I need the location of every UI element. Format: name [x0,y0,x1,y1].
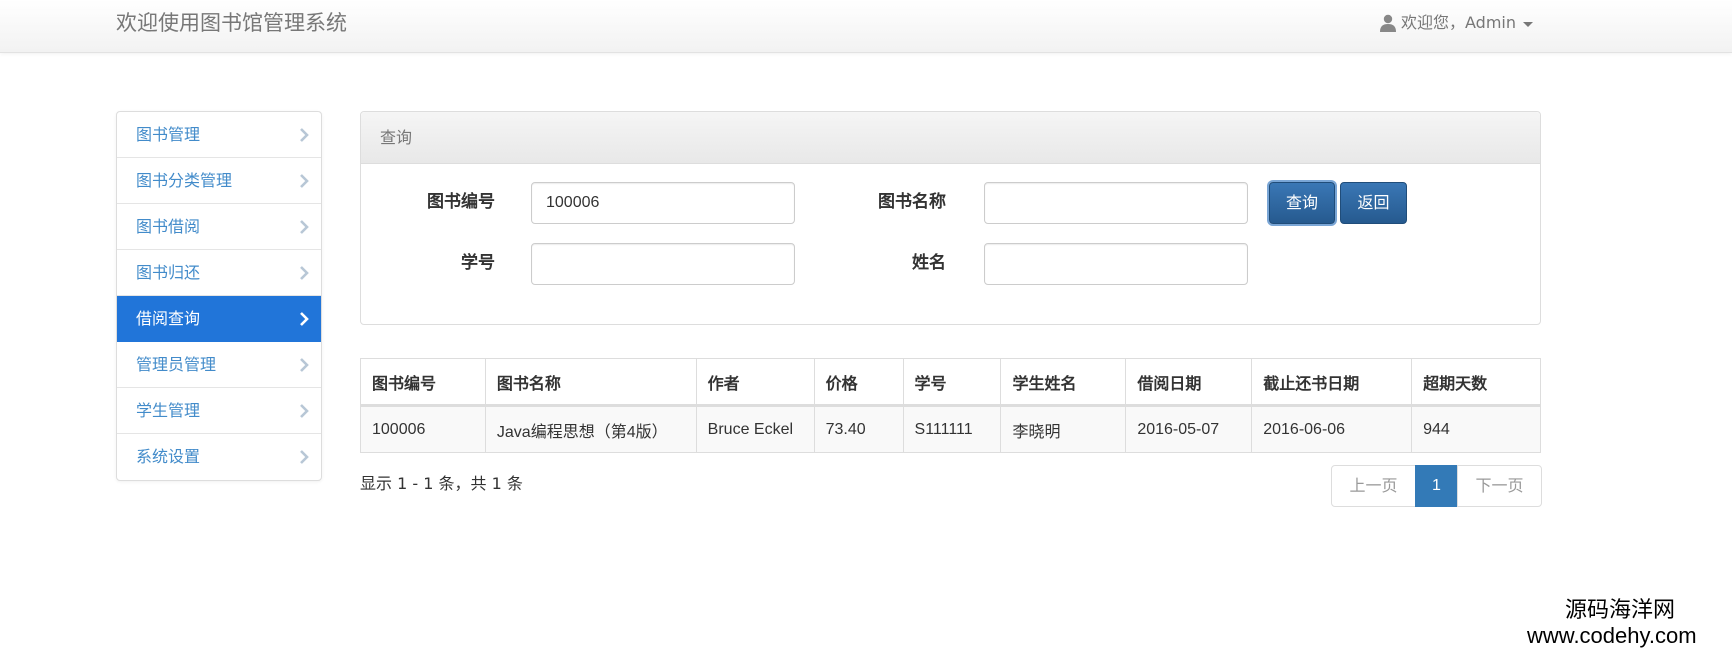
column-header: 学号 [902,358,1002,407]
table-cell: 2016-05-07 [1125,405,1253,453]
sidebar-item-student-management[interactable]: 学生管理 [117,388,321,434]
table-row: 100006 Java编程思想（第4版） Bruce Eckel 73.40 S… [360,405,1541,453]
sidebar: 图书管理 图书分类管理 图书借阅 图书归还 借阅查询 管理员管理 学生管理 系统… [116,111,322,481]
top-navbar: 欢迎使用图书馆管理系统 欢迎您，Admin [0,0,1732,53]
search-button[interactable]: 查询 [1269,182,1335,224]
sidebar-item-category-management[interactable]: 图书分类管理 [117,158,321,204]
book-name-input[interactable] [984,182,1248,224]
column-header: 借阅日期 [1125,358,1253,407]
table-cell: 944 [1411,405,1541,453]
table-header-row: 图书编号 图书名称 作者 价格 学号 学生姓名 借阅日期 截止还书日期 超期天数 [360,358,1541,407]
student-id-input[interactable] [531,243,795,285]
sidebar-item-label: 借阅查询 [136,309,201,328]
records-summary: 显示 1 - 1 条，共 1 条 [360,474,523,493]
user-menu[interactable]: 欢迎您，Admin [1380,13,1533,33]
chevron-right-icon [300,174,309,188]
column-header: 学生姓名 [1000,358,1127,407]
sidebar-item-label: 系统设置 [136,447,201,466]
sidebar-item-borrow-query[interactable]: 借阅查询 [117,296,321,342]
table-cell: 100006 [360,405,486,453]
prev-page-button[interactable]: 上一页 [1331,465,1416,507]
sidebar-item-label: 图书管理 [136,125,201,144]
sidebar-item-book-return[interactable]: 图书归还 [117,250,321,296]
chevron-right-icon [300,312,309,326]
chevron-right-icon [300,266,309,280]
table-cell: Bruce Eckel [695,405,815,453]
table-cell: 李晓明 [1000,405,1127,453]
table-cell: 73.40 [813,405,904,453]
column-header: 截止还书日期 [1251,358,1413,407]
column-header: 超期天数 [1411,358,1541,407]
chevron-right-icon [300,450,309,464]
sidebar-item-label: 学生管理 [136,401,201,420]
watermark-url: www.codehy.com [1527,623,1697,648]
query-panel: 查询 图书编号 图书名称 查询 返回 学号 姓名 [360,111,1541,325]
sidebar-item-label: 图书归还 [136,263,201,282]
borrow-records-table: 图书编号 图书名称 作者 价格 学号 学生姓名 借阅日期 截止还书日期 超期天数… [360,358,1541,453]
chevron-right-icon [300,128,309,142]
next-page-button[interactable]: 下一页 [1457,465,1542,507]
sidebar-item-admin-management[interactable]: 管理员管理 [117,342,321,388]
panel-heading: 查询 [361,112,1540,164]
book-name-label: 图书名称 [878,192,946,212]
sidebar-item-book-management[interactable]: 图书管理 [117,112,321,158]
table-cell: S111111 [902,405,1002,453]
back-button[interactable]: 返回 [1340,182,1407,224]
sidebar-item-label: 图书借阅 [136,217,201,236]
pagination: 上一页 1 下一页 [1331,465,1542,507]
column-header: 价格 [813,358,904,407]
chevron-right-icon [300,220,309,234]
book-id-label: 图书编号 [427,192,495,212]
sidebar-item-label: 管理员管理 [136,355,217,374]
user-icon [1380,14,1396,32]
app-title[interactable]: 欢迎使用图书馆管理系统 [116,10,347,36]
column-header: 图书名称 [484,358,697,407]
student-name-input[interactable] [984,243,1248,285]
student-id-label: 学号 [461,253,495,273]
book-id-input[interactable] [531,182,795,224]
table-cell: Java编程思想（第4版） [484,405,697,453]
user-greeting: 欢迎您，Admin [1401,13,1516,32]
chevron-right-icon [300,404,309,418]
sidebar-item-label: 图书分类管理 [136,171,233,190]
page-1-button[interactable]: 1 [1415,465,1458,507]
table-cell: 2016-06-06 [1251,405,1413,453]
student-name-label: 姓名 [912,253,946,273]
column-header: 图书编号 [360,358,486,407]
column-header: 作者 [695,358,815,407]
sidebar-item-book-borrow[interactable]: 图书借阅 [117,204,321,250]
sidebar-item-system-settings[interactable]: 系统设置 [117,434,321,480]
chevron-right-icon [300,358,309,372]
watermark-name: 源码海洋网 [1565,598,1676,623]
caret-down-icon [1523,21,1533,27]
